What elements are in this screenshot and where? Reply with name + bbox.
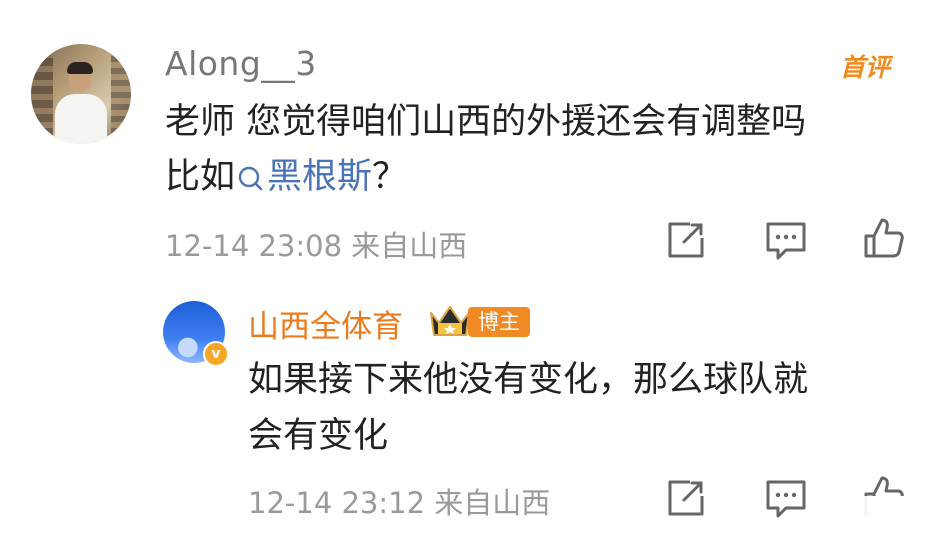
reply-share-icon[interactable] [664,476,708,520]
like-icon[interactable] [862,216,906,260]
share-icon[interactable] [664,218,708,262]
topic-link[interactable]: 黑根斯 [235,157,372,197]
search-icon [238,166,263,191]
replier-username[interactable]: 山西全体育 [248,301,403,346]
comment-line-1: 老师 您觉得咱们山西的外援还会有调整吗 [165,102,807,142]
reply-line-1: 如果接下来他没有变化，那么球队就 [248,360,809,400]
commenter-username[interactable]: Along__3 [165,44,317,83]
comment-line-2: 比如 黑根斯？ [165,150,905,205]
reply-text: 如果接下来他没有变化，那么球队就 会有变化 [248,352,928,464]
topic-link-label[interactable]: 黑根斯 [267,157,372,197]
comment-icon[interactable] [764,218,808,262]
first-comment-badge: 首评 [840,53,891,82]
reply-meta: 12-14 23:12 来自山西 [248,486,551,520]
verified-badge-icon: v [203,341,229,367]
reply-line-2: 会有变化 [248,416,389,456]
commenter-avatar[interactable] [31,44,131,144]
blogger-badge: 博主 [468,307,530,337]
crown-icon [430,306,470,336]
comment-line-2-suffix: ？ [372,157,408,197]
reply-comment-icon[interactable] [764,476,808,520]
bottom-fade-overlay [820,496,945,544]
comment-text: 老师 您觉得咱们山西的外援还会有调整吗 比如 黑根斯？ [165,95,905,205]
comment-line-2-prefix: 比如 [165,157,236,197]
comment-meta: 12-14 23:08 来自山西 [165,229,468,263]
